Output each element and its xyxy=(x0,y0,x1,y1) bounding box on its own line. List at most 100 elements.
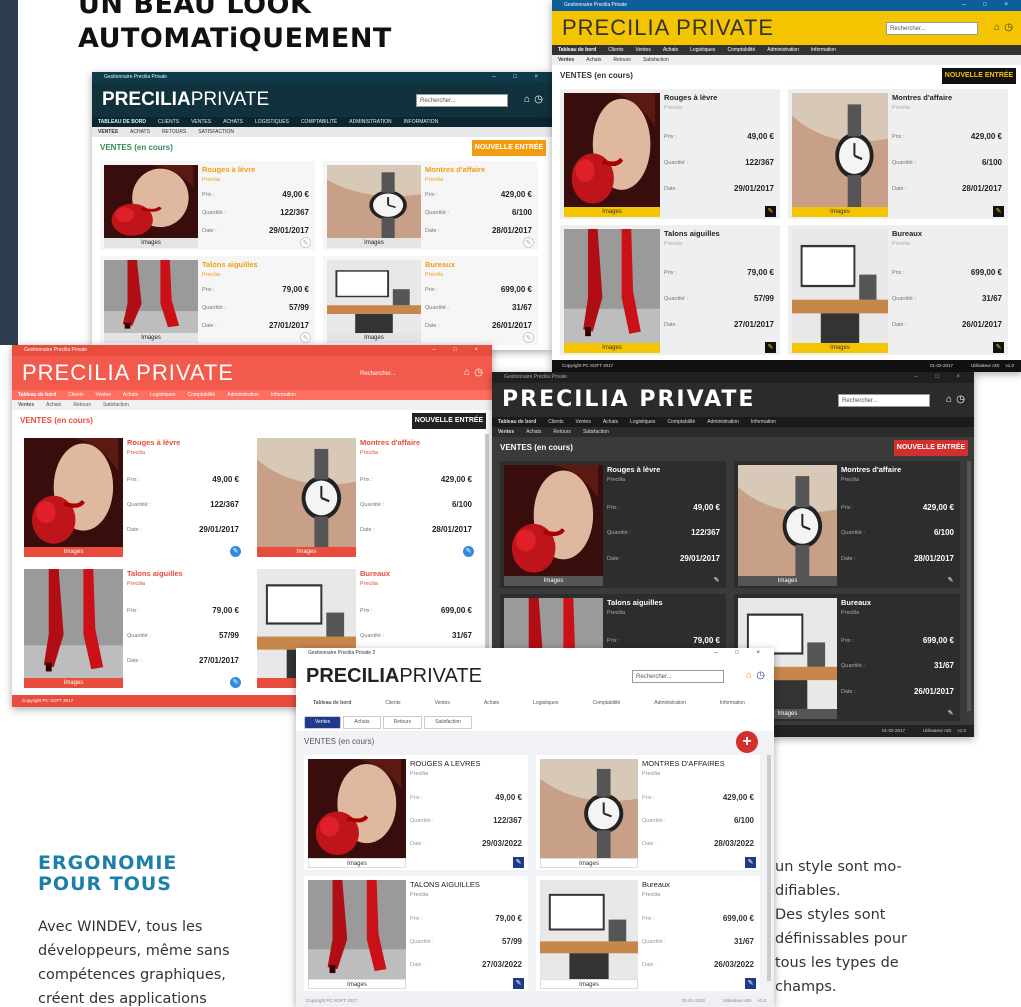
menu-item[interactable]: Ventes xyxy=(630,45,657,55)
menu-item[interactable]: Tableau de bord xyxy=(492,417,542,427)
menu-item[interactable]: Information xyxy=(265,390,302,400)
product-card[interactable]: Images Talons aiguilles Precilia Prix : 79,0… xyxy=(560,225,780,355)
tab-satisfaction[interactable]: Satisfaction xyxy=(97,400,135,410)
new-entry-button[interactable]: NOUVELLE ENTRÉE xyxy=(894,440,968,456)
menu-item[interactable]: Comptabilité xyxy=(575,693,637,713)
menu-item[interactable]: Comptabilité xyxy=(661,417,701,427)
home-icon[interactable]: ⌂ xyxy=(464,367,470,379)
window-controls[interactable]: – □ × xyxy=(714,648,768,659)
edit-icon[interactable]: ✎ xyxy=(463,546,474,557)
images-button[interactable]: Images xyxy=(104,238,198,248)
add-entry-button[interactable]: + xyxy=(736,731,758,753)
home-icon[interactable]: ⌂ xyxy=(524,94,530,106)
menu-item[interactable]: INFORMATION xyxy=(398,117,445,127)
product-card[interactable]: Images Bureaux Precilia Prix : 699,00 € Quant… xyxy=(536,876,760,991)
menu-item[interactable]: Tableau de bord xyxy=(296,693,368,713)
home-icon[interactable]: ⌂ xyxy=(946,394,952,406)
menu-item[interactable]: Achats xyxy=(657,45,684,55)
images-button[interactable]: Images xyxy=(24,678,123,688)
product-card[interactable]: Images Rouges à lèvre Precilia Prix : 49,00 … xyxy=(20,434,245,559)
menu-item[interactable]: ACHATS xyxy=(217,117,249,127)
tab-ventes[interactable]: Ventes xyxy=(12,400,40,410)
edit-icon[interactable]: ✎ xyxy=(513,978,524,989)
images-button[interactable]: Images xyxy=(738,576,837,586)
images-button[interactable]: Images xyxy=(792,207,888,217)
search-input[interactable]: Rechercher... xyxy=(356,367,448,380)
menu-item[interactable]: VENTES xyxy=(185,117,217,127)
menu-item[interactable]: TABLEAU DE BORD xyxy=(92,117,152,127)
product-card[interactable]: Images Rouges à lèvre Precilia Prix : 49,00 … xyxy=(500,461,726,588)
images-button[interactable]: Images xyxy=(327,238,421,248)
tab-ventes[interactable]: Ventes xyxy=(552,55,580,65)
window-controls[interactable]: – □ × xyxy=(432,345,486,356)
menu-item[interactable]: Information xyxy=(745,417,782,427)
edit-icon[interactable]: ✎ xyxy=(745,978,756,989)
home-icon[interactable]: ⌂ xyxy=(746,670,752,682)
product-card[interactable]: Images Bureaux Precilia Prix : 699,00 € Quant… xyxy=(323,256,538,345)
window-controls[interactable]: – □ × xyxy=(492,72,546,83)
tab-ventes[interactable]: Ventes xyxy=(304,716,342,729)
clock-icon[interactable]: ◷ xyxy=(956,394,965,406)
search-input[interactable]: Rechercher... xyxy=(886,22,978,35)
menu-item[interactable]: Clients xyxy=(542,417,569,427)
edit-icon[interactable]: ✎ xyxy=(230,546,241,557)
images-button[interactable]: Images xyxy=(327,333,421,343)
product-card[interactable]: Images MONTRES D'AFFAIRES Precilia Prix : 42… xyxy=(536,755,760,870)
new-entry-button[interactable]: NOUVELLE ENTRÉE xyxy=(472,140,546,156)
tab-satisfaction[interactable]: SATISFACTION xyxy=(192,127,240,137)
menu-item[interactable]: Logistiques xyxy=(624,417,661,427)
scrollbar[interactable] xyxy=(767,755,771,981)
tab-retours[interactable]: Retours xyxy=(67,400,97,410)
menu-item[interactable]: Administration xyxy=(701,417,745,427)
tab-satisfaction[interactable]: Satisfaction xyxy=(637,55,675,65)
menu-item[interactable]: Tableau de bord xyxy=(552,45,602,55)
menu-item[interactable]: Achats xyxy=(597,417,624,427)
tab-ventes[interactable]: VENTES xyxy=(92,127,124,137)
menu-item[interactable]: Comptabilité xyxy=(721,45,761,55)
images-button[interactable]: Images xyxy=(257,547,356,557)
edit-icon[interactable]: ✎ xyxy=(230,677,241,688)
product-card[interactable]: Images Bureaux Precilia Prix : 699,00 € Quant… xyxy=(788,225,1008,355)
window-controls[interactable]: – □ × xyxy=(914,372,968,383)
product-card[interactable]: Images TALONS AIGUILLES Precilia Prix : 79,0… xyxy=(304,876,528,991)
menu-item[interactable]: Information xyxy=(805,45,842,55)
tab-satisfaction[interactable]: Satisfaction xyxy=(577,427,615,437)
menu-item[interactable]: Administration xyxy=(761,45,805,55)
edit-icon[interactable]: ✎ xyxy=(765,342,776,353)
menu-item[interactable]: Achats xyxy=(117,390,144,400)
tab-retours[interactable]: Retours xyxy=(607,55,637,65)
product-card[interactable]: Images Rouges à lèvre Precilia Prix : 49,00 … xyxy=(100,161,315,250)
edit-icon[interactable]: ✎ xyxy=(945,575,956,586)
edit-icon[interactable]: ✎ xyxy=(523,237,534,248)
menu-item[interactable]: Comptabilité xyxy=(181,390,221,400)
menu-item[interactable]: Logistiques xyxy=(144,390,181,400)
tab-achats[interactable]: Achats xyxy=(40,400,67,410)
menu-item[interactable]: Logistiques xyxy=(516,693,575,713)
product-card[interactable]: Images Talons aiguilles Precilia Prix : 79,0… xyxy=(20,565,245,690)
menu-item[interactable]: LOGISTIQUES xyxy=(249,117,295,127)
edit-icon[interactable]: ✎ xyxy=(993,206,1004,217)
menu-item[interactable]: Achats xyxy=(467,693,516,713)
tab-achats[interactable]: Achats xyxy=(580,55,607,65)
tab-achats[interactable]: Achats xyxy=(520,427,547,437)
images-button[interactable]: Images xyxy=(540,858,638,868)
menu-item[interactable]: Clients xyxy=(62,390,89,400)
scrollbar[interactable] xyxy=(967,461,971,711)
images-button[interactable]: Images xyxy=(564,207,660,217)
product-card[interactable]: Images Talons aiguilles Precilia Prix : 79,0… xyxy=(100,256,315,345)
tab-achats[interactable]: Achats xyxy=(343,716,381,729)
product-card[interactable]: Images ROUGES A LEVRES Precilia Prix : 49,00… xyxy=(304,755,528,870)
tab-retours[interactable]: Retours xyxy=(547,427,577,437)
tab-retours[interactable]: RETOURS xyxy=(156,127,192,137)
edit-icon[interactable]: ✎ xyxy=(300,332,311,343)
menu-item[interactable]: Ventes xyxy=(90,390,117,400)
edit-icon[interactable]: ✎ xyxy=(945,708,956,719)
tab-ventes[interactable]: Ventes xyxy=(492,427,520,437)
new-entry-button[interactable]: NOUVELLE ENTRÉE xyxy=(412,413,486,429)
images-button[interactable]: Images xyxy=(24,547,123,557)
edit-icon[interactable]: ✎ xyxy=(745,857,756,868)
images-button[interactable]: Images xyxy=(308,858,406,868)
menu-item[interactable]: ADMINISTRATION xyxy=(343,117,397,127)
edit-icon[interactable]: ✎ xyxy=(765,206,776,217)
menu-item[interactable]: CLIENTS xyxy=(152,117,185,127)
